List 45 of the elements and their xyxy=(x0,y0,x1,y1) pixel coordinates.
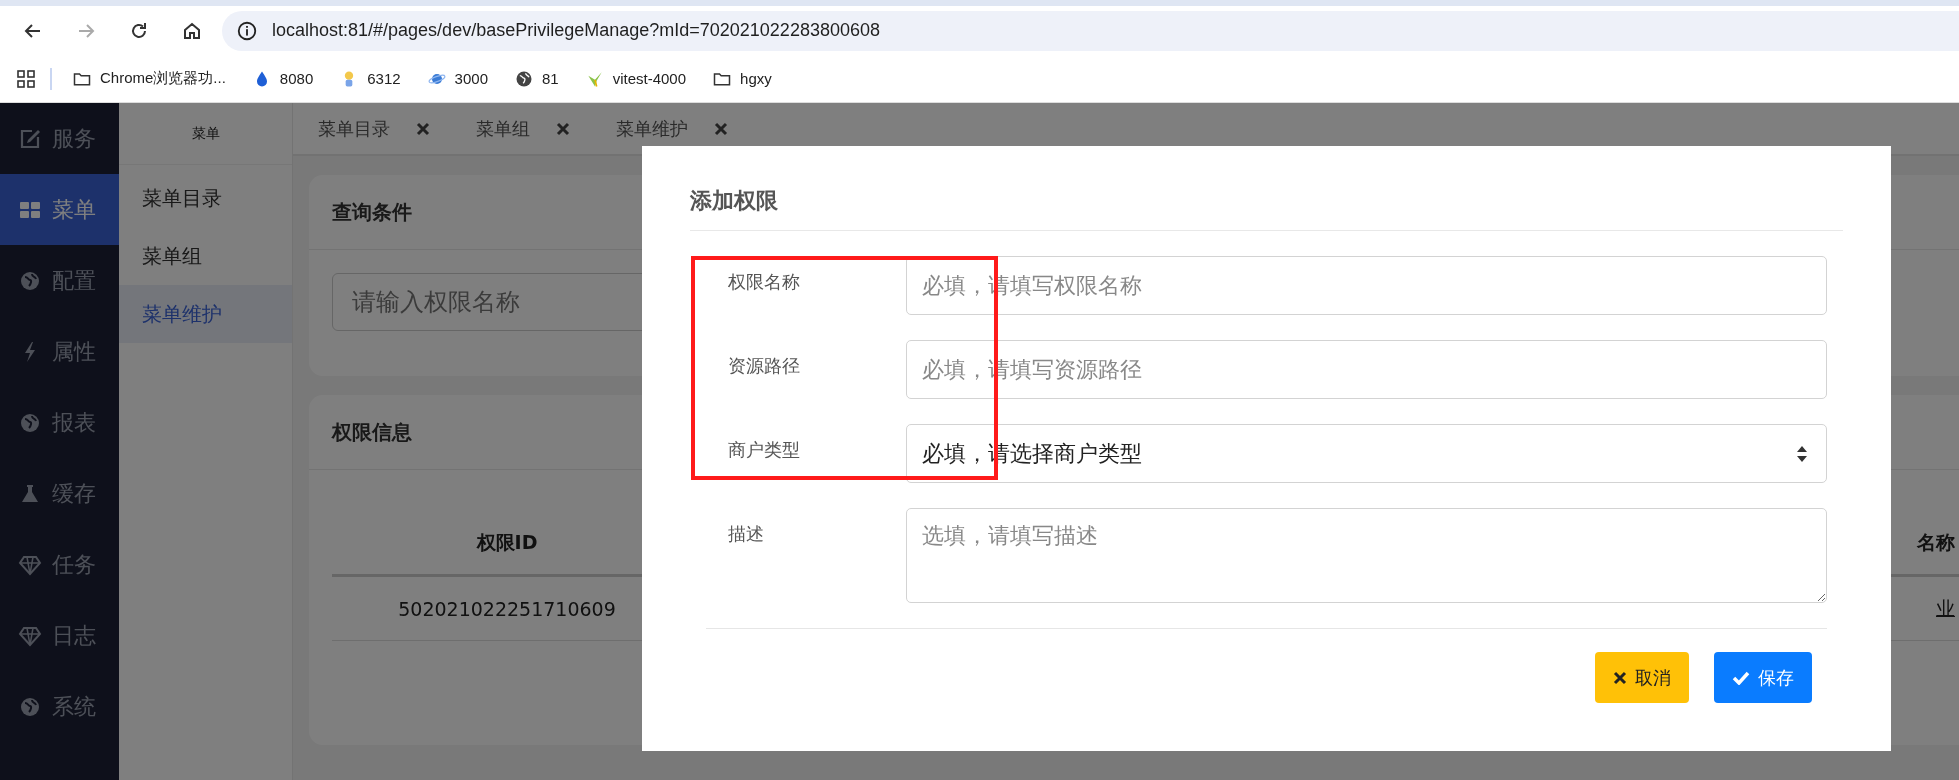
cancel-button[interactable]: 取消 xyxy=(1595,652,1689,703)
dialog-title: 添加权限 xyxy=(690,187,778,215)
bookmark[interactable]: 3000 xyxy=(426,68,488,89)
table-cell-text: 502021022251710609 xyxy=(397,596,617,622)
sidebar-item[interactable]: 日志 xyxy=(0,600,119,671)
sidebar-item[interactable]: 配置 xyxy=(0,245,119,316)
sidebar-item[interactable]: 报表 xyxy=(0,387,119,458)
sort-icon xyxy=(1796,444,1808,463)
bookmark[interactable]: vitest-4000 xyxy=(584,68,687,89)
field-label: 商户类型 xyxy=(727,438,801,462)
submenu-item[interactable]: 菜单组 xyxy=(119,227,292,285)
bookmark[interactable]: 8080 xyxy=(251,68,314,89)
sidebar-item[interactable]: 任务 xyxy=(0,529,119,600)
column-header: 权限ID xyxy=(475,529,539,555)
submenu-item[interactable]: 菜单维护 xyxy=(119,285,292,343)
sidebar-item[interactable]: 菜单 xyxy=(0,174,119,245)
close-icon[interactable] xyxy=(556,121,570,136)
submenu-item[interactable]: 菜单目录 xyxy=(119,169,292,227)
submenu-title: 菜单 xyxy=(191,124,220,143)
address-bar[interactable]: localhost:81/#/pages/dev/basePrivilegeManage?mId=702021022283800608 xyxy=(222,10,1959,51)
close-icon[interactable] xyxy=(416,121,430,136)
tab[interactable]: 菜单组 xyxy=(476,116,530,141)
sidebar-item[interactable]: 属性 xyxy=(0,316,119,387)
save-button[interactable]: 保存 xyxy=(1714,652,1812,703)
bookmark[interactable]: Chrome浏览器功... xyxy=(72,68,226,89)
sidebar-item[interactable]: 系统 xyxy=(0,671,119,742)
field-label: 描述 xyxy=(727,522,765,546)
check-icon xyxy=(1732,670,1750,685)
table-link[interactable]: 业 xyxy=(1936,577,1959,640)
bookmark[interactable]: 81 xyxy=(514,68,559,89)
info-icon xyxy=(236,19,258,42)
url-text: localhost:81/#/pages/dev/basePrivilegeManage?mId=702021022283800608 xyxy=(272,20,880,41)
close-icon[interactable] xyxy=(714,121,728,136)
sidebar-item[interactable]: 缓存 xyxy=(0,458,119,529)
bookmark[interactable]: hgxy xyxy=(712,68,772,89)
tab[interactable]: 菜单维护 xyxy=(616,116,688,141)
column-header: 名称 xyxy=(1917,529,1956,555)
text-area[interactable]: 选填，请填写描述 xyxy=(906,508,1827,603)
tab[interactable]: 菜单目录 xyxy=(318,116,390,141)
bookmark[interactable]: 6312 xyxy=(339,68,401,89)
sidebar-item[interactable]: 服务 xyxy=(0,103,119,174)
apps-icon[interactable] xyxy=(16,68,36,89)
field-label: 资源路径 xyxy=(727,354,801,378)
field-label: 权限名称 xyxy=(727,270,801,294)
close-icon xyxy=(1613,670,1627,685)
